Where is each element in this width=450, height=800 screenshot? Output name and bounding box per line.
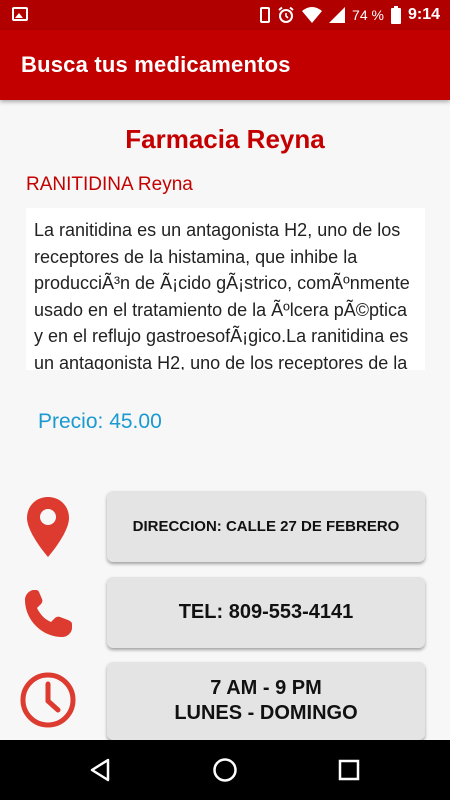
phone-portrait-icon: [260, 7, 271, 23]
phone-button[interactable]: TEL: 809-553-4141: [107, 577, 425, 648]
address-label: DIRECCION: CALLE 27 DE FEBRERO: [132, 518, 400, 535]
hours-button[interactable]: 7 AM - 9 PM LUNES - DOMINGO: [107, 662, 425, 740]
phone-icon: [14, 580, 82, 648]
hours-time-label: 7 AM - 9 PM: [210, 677, 322, 699]
clock-time: 9:14: [407, 6, 440, 23]
app-bar: Busca tus medicamentos: [0, 30, 450, 100]
recents-square-icon: [338, 759, 360, 781]
image-notification-icon: [12, 7, 28, 21]
wifi-icon: [302, 7, 323, 23]
phone-label: TEL: 809-553-4141: [178, 601, 354, 623]
location-pin-icon: [14, 493, 82, 561]
pharmacy-name: Farmacia Reyna: [125, 124, 325, 154]
back-button[interactable]: [82, 752, 118, 788]
recents-button[interactable]: [331, 752, 367, 788]
address-button[interactable]: DIRECCION: CALLE 27 DE FEBRERO: [107, 491, 425, 562]
alarm-icon: [278, 6, 294, 23]
medication-name: RANITIDINA Reyna: [26, 174, 193, 195]
app-title: Busca tus medicamentos: [21, 52, 291, 77]
hours-days-label: LUNES - DOMINGO: [174, 702, 358, 724]
battery-icon: [390, 6, 401, 24]
signal-icon: [329, 7, 346, 23]
battery-percent: 74 %: [352, 7, 384, 23]
home-circle-icon: [213, 758, 237, 782]
price-label: Precio: 45.00: [38, 410, 162, 433]
status-icons: 74 % 9:14: [260, 4, 440, 26]
medication-description: La ranitidina es un antagonista H2, uno …: [34, 220, 410, 370]
home-button[interactable]: [207, 752, 243, 788]
navigation-bar: [0, 740, 450, 800]
back-triangle-icon: [90, 758, 110, 782]
clock-icon: [14, 666, 82, 734]
status-bar: 74 % 9:14: [0, 0, 450, 30]
description-scroll-box[interactable]: La ranitidina es un antagonista H2, uno …: [26, 208, 425, 370]
